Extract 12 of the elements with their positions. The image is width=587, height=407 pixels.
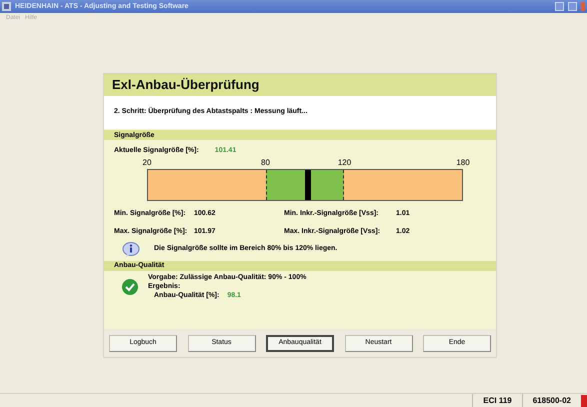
- status-indicator: [581, 394, 587, 406]
- scale-label: 20: [142, 156, 152, 168]
- close-button[interactable]: [581, 2, 585, 11]
- scale-label: 120: [338, 156, 352, 168]
- minimize-button[interactable]: [555, 2, 564, 11]
- status-field: ECI 119: [472, 394, 522, 407]
- scale-label: 80: [261, 156, 270, 168]
- info-icon: [122, 242, 140, 258]
- app-icon: [2, 2, 11, 11]
- dialog-title: Exl-Anbau-Überprüfung: [112, 76, 260, 94]
- maximize-button[interactable]: [568, 2, 577, 11]
- scale-label: 180: [456, 156, 470, 168]
